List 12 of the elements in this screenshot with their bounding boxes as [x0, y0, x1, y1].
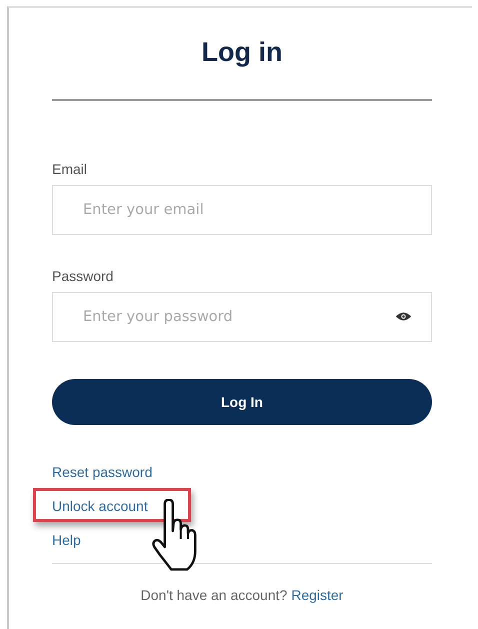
eye-icon[interactable] [395, 311, 412, 322]
register-link[interactable]: Register [291, 587, 344, 603]
field-label: Email [52, 161, 88, 179]
field-label: Password [52, 268, 114, 286]
link[interactable]: Help [52, 531, 81, 549]
email-field[interactable]: Enter your email [52, 185, 432, 235]
link[interactable]: Reset password [52, 463, 152, 481]
login-button[interactable]: Log In [52, 379, 432, 425]
footer-text: Don't have an account? [140, 587, 288, 603]
password-field[interactable]: Enter your password [52, 292, 432, 342]
page-title: Log in [200, 36, 284, 68]
link[interactable]: Unlock account [52, 497, 148, 515]
